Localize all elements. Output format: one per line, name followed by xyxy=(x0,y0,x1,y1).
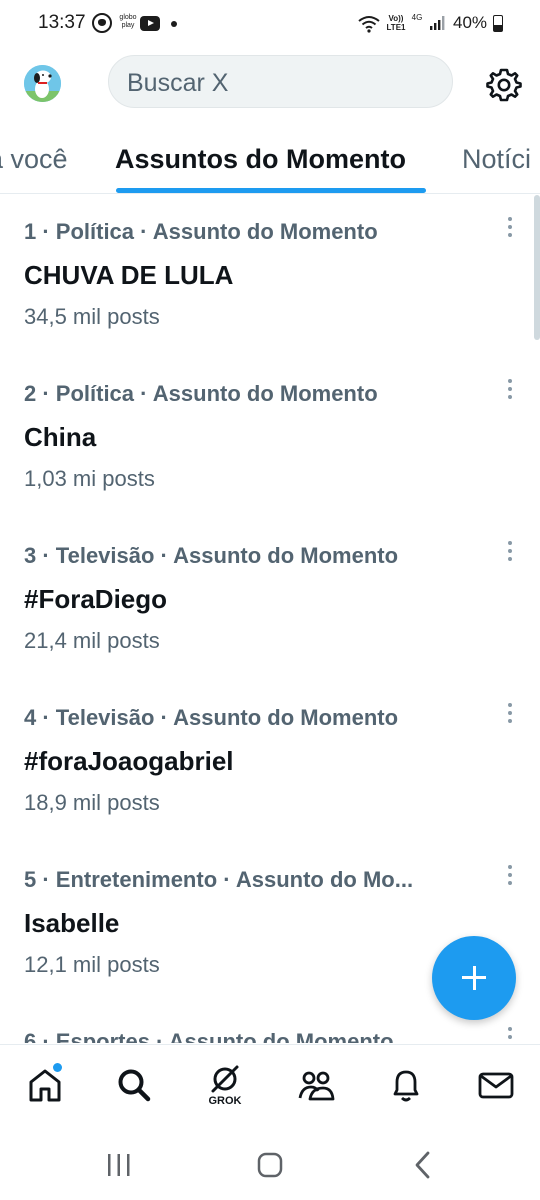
trend-item[interactable]: 2 · Política · Assunto do Momento China … xyxy=(0,357,540,519)
youtube-icon xyxy=(140,16,160,31)
trends-list: 1 · Política · Assunto do Momento CHUVA … xyxy=(0,195,540,1043)
tab-para-voce[interactable]: a você xyxy=(0,144,68,175)
globoplay-icon: globo play xyxy=(119,14,137,29)
system-nav-bar xyxy=(0,1130,540,1200)
bottom-nav: GROK xyxy=(0,1044,540,1130)
trend-title: CHUVA DE LULA xyxy=(24,260,234,290)
trend-title: #ForaDiego xyxy=(24,584,168,614)
trend-post-count: 12,1 mil posts xyxy=(24,952,160,977)
home-unread-dot-icon xyxy=(53,1063,62,1072)
volte-icon: Vo)) LTE1 xyxy=(386,14,406,32)
trend-item[interactable]: 4 · Televisão · Assunto do Momento #fora… xyxy=(0,681,540,843)
trend-meta: 2 · Política · Assunto do Momento xyxy=(24,381,378,406)
trend-meta: 1 · Política · Assunto do Momento xyxy=(24,219,378,244)
more-notifications-dot-icon xyxy=(171,21,177,27)
tab-noticias[interactable]: Notíci xyxy=(462,144,531,175)
trend-meta: 3 · Televisão · Assunto do Momento xyxy=(24,543,399,568)
trend-title: China xyxy=(24,422,97,452)
tab-assuntos-do-momento[interactable]: Assuntos do Momento xyxy=(115,144,406,175)
home-button-icon[interactable] xyxy=(255,1150,285,1180)
trend-post-count: 34,5 mil posts xyxy=(24,304,160,329)
wifi-icon xyxy=(358,16,380,33)
profile-avatar[interactable] xyxy=(24,65,61,102)
trend-post-count: 21,4 mil posts xyxy=(24,628,160,653)
trend-item[interactable]: 3 · Televisão · Assunto do Momento #Fora… xyxy=(0,519,540,681)
notifications-bell-icon[interactable] xyxy=(386,1065,426,1105)
battery-icon xyxy=(493,15,503,32)
more-options-icon[interactable] xyxy=(500,865,520,889)
snoopy-avatar-image xyxy=(24,65,61,102)
status-time: 13:37 xyxy=(38,12,86,33)
search-input[interactable]: Buscar X xyxy=(108,55,453,108)
network-type-icon: 4G xyxy=(411,13,423,22)
grok-label: GROK xyxy=(208,1095,242,1107)
active-tab-indicator xyxy=(116,188,426,193)
more-options-icon[interactable] xyxy=(500,217,520,241)
communities-icon[interactable] xyxy=(296,1065,336,1105)
grok-icon xyxy=(211,1065,239,1093)
scrollbar-thumb[interactable] xyxy=(534,195,540,340)
recents-icon[interactable] xyxy=(104,1150,134,1180)
trend-meta: 5 · Entretenimento · Assunto do Mo... xyxy=(24,867,414,892)
battery-percent: 40% xyxy=(453,13,488,32)
grok-tab[interactable]: GROK xyxy=(205,1063,245,1107)
search-placeholder: Buscar X xyxy=(127,69,229,97)
tab-bar: a você Assuntos do Momento Notíci xyxy=(0,130,540,194)
messages-envelope-icon[interactable] xyxy=(476,1065,516,1105)
more-options-icon[interactable] xyxy=(500,541,520,565)
trend-meta: 4 · Televisão · Assunto do Momento xyxy=(24,705,399,730)
more-options-icon[interactable] xyxy=(500,379,520,403)
trend-title: #foraJoaogabriel xyxy=(24,746,234,776)
trend-title: Isabelle xyxy=(24,908,120,938)
signal-icon xyxy=(430,16,445,30)
search-icon[interactable] xyxy=(114,1065,154,1105)
settings-gear-icon[interactable] xyxy=(484,64,524,104)
back-icon[interactable] xyxy=(408,1150,438,1180)
status-bar: 13:37 globo play Vo)) LTE1 4G 40% xyxy=(0,0,540,48)
trend-item[interactable]: 1 · Política · Assunto do Momento CHUVA … xyxy=(0,195,540,357)
trend-post-count: 18,9 mil posts xyxy=(24,790,160,815)
trend-meta: 6 · Esportes · Assunto do Momento xyxy=(24,1029,394,1043)
more-options-icon[interactable] xyxy=(500,703,520,727)
compose-post-button[interactable] xyxy=(432,936,516,1020)
trend-post-count: 1,03 mi posts xyxy=(24,466,155,491)
whatsapp-icon xyxy=(92,13,112,33)
more-options-icon[interactable] xyxy=(500,1027,520,1043)
